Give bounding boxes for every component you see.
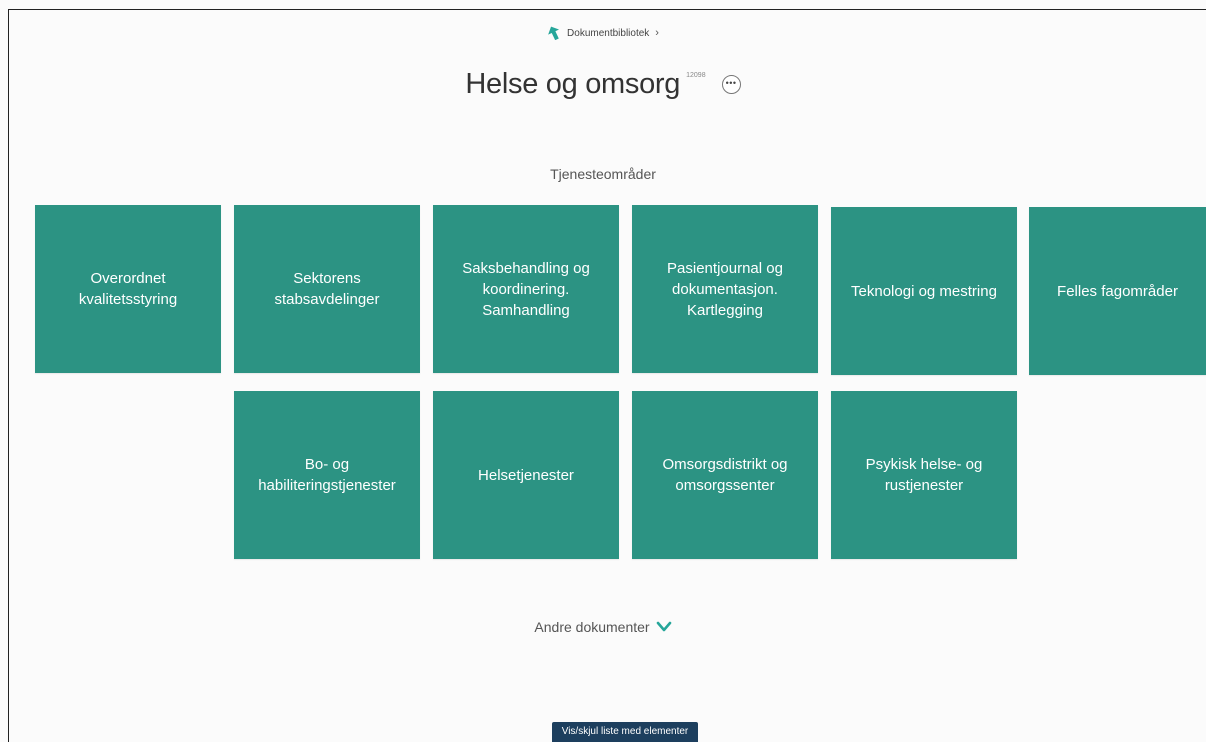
chevron-down-icon — [656, 621, 672, 633]
frame-border-top — [8, 9, 1206, 10]
tile-saksbehandling[interactable]: Saksbehandling og koordinering. Samhandl… — [433, 205, 619, 373]
tile-omsorgsdistrikt[interactable]: Omsorgsdistrikt og omsorgssenter — [632, 391, 818, 559]
document-count: 12098 — [686, 72, 706, 79]
more-options-button[interactable]: ••• — [721, 75, 741, 94]
tile-helsetjenester[interactable]: Helsetjenester — [433, 391, 619, 559]
page-frame: Dokumentbibliotek › Helse og omsorg 1209… — [0, 0, 1206, 742]
tile-bo-og-habiliteringstjenester[interactable]: Bo- og habiliteringstjenester — [234, 391, 420, 559]
breadcrumb-link-document-library[interactable]: Dokumentbibliotek — [567, 28, 649, 39]
tile-overordnet-kvalitetsstyring[interactable]: Overordnet kvalitetsstyring — [35, 205, 221, 373]
page-title: Helse og omsorg — [465, 68, 681, 100]
tile-psykisk-helse[interactable]: Psykisk helse- og rustjenester — [831, 391, 1017, 559]
section-heading: Tjenesteområder — [550, 166, 656, 182]
tile-pasientjournal[interactable]: Pasientjournal og dokumentasjon. Kartleg… — [632, 205, 818, 373]
breadcrumb: Dokumentbibliotek › — [0, 26, 1206, 40]
other-documents-label: Andre dokumenter — [534, 619, 650, 635]
tile-sektorens-stabsavdelinger[interactable]: Sektorens stabsavdelinger — [234, 205, 420, 373]
toggle-element-list-button[interactable]: Vis/skjul liste med elementer — [552, 722, 698, 742]
more-dots-icon: ••• — [725, 77, 737, 88]
breadcrumb-separator: › — [655, 27, 659, 39]
tile-teknologi-og-mestring[interactable]: Teknologi og mestring — [831, 207, 1017, 375]
other-documents-toggle[interactable]: Andre dokumenter — [0, 619, 1206, 635]
back-arrow-icon[interactable] — [547, 26, 561, 40]
tile-felles-fagomrader[interactable]: Felles fagområder — [1029, 207, 1206, 375]
title-row: Helse og omsorg 12098 ••• — [0, 68, 1206, 101]
